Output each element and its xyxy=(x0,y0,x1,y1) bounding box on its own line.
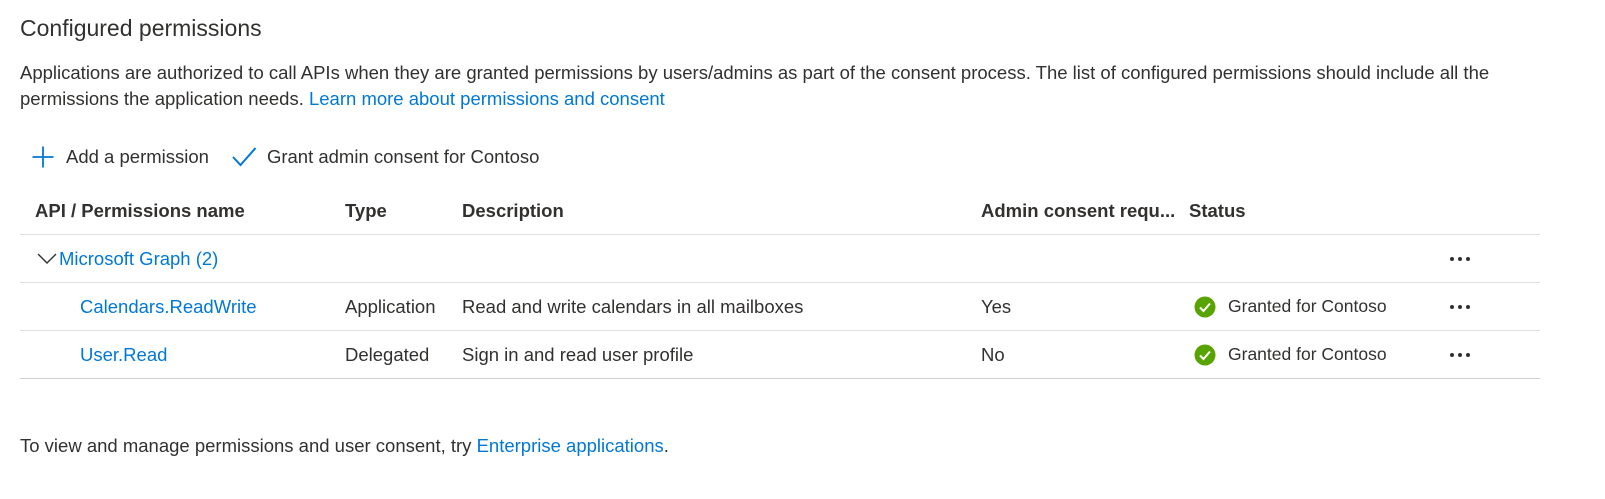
status-cell: Granted for Contoso xyxy=(1189,283,1429,330)
group-more-cell xyxy=(1435,235,1485,282)
type-cell: Application xyxy=(345,295,436,317)
description-text: Applications are authorized to call APIs… xyxy=(20,62,1490,109)
status-text: Granted for Contoso xyxy=(1228,344,1387,364)
section-description: Applications are authorized to call APIs… xyxy=(20,60,1510,112)
group-row: Microsoft Graph (2) xyxy=(20,235,1540,283)
admin-consent-cell: No xyxy=(981,343,1005,365)
more-options-icon[interactable] xyxy=(1444,251,1476,267)
type-cell: Delegated xyxy=(345,343,430,365)
grant-admin-consent-button[interactable]: Grant admin consent for Contoso xyxy=(231,144,540,170)
row-more-cell xyxy=(1435,331,1485,378)
add-permission-label: Add a permission xyxy=(66,146,209,167)
status-badge: Granted for Contoso xyxy=(1189,296,1387,318)
column-header-status[interactable]: Status xyxy=(1189,188,1429,234)
plus-icon xyxy=(30,144,56,170)
row-more-cell xyxy=(1435,283,1485,330)
success-check-icon xyxy=(1194,296,1216,318)
column-header-admin-consent[interactable]: Admin consent requ... xyxy=(981,188,1181,234)
permissions-table: API / Permissions name Type Description … xyxy=(20,188,1540,379)
chevron-down-icon[interactable] xyxy=(35,247,59,271)
status-cell: Granted for Contoso xyxy=(1189,331,1429,378)
table-header-row: API / Permissions name Type Description … xyxy=(20,188,1540,235)
success-check-icon xyxy=(1194,344,1216,366)
column-header-type[interactable]: Type xyxy=(345,188,455,234)
group-toggle[interactable]: Microsoft Graph (2) xyxy=(34,247,218,271)
status-text: Granted for Contoso xyxy=(1228,296,1387,316)
checkmark-icon xyxy=(231,144,257,170)
footer-suffix: . xyxy=(663,435,669,456)
permission-name-cell: Calendars.ReadWrite xyxy=(80,283,380,330)
add-permission-button[interactable]: Add a permission xyxy=(30,144,209,170)
toolbar: Add a permission Grant admin consent for… xyxy=(30,140,539,174)
description-cell: Read and write calendars in all mailboxe… xyxy=(462,295,804,317)
admin-consent-cell: Yes xyxy=(981,295,1012,317)
permission-link-calendars-readwrite[interactable]: Calendars.ReadWrite xyxy=(80,296,257,318)
column-header-name[interactable]: API / Permissions name xyxy=(35,188,335,234)
grant-admin-consent-label: Grant admin consent for Contoso xyxy=(266,146,540,167)
column-header-description[interactable]: Description xyxy=(462,188,972,234)
more-options-icon[interactable] xyxy=(1444,299,1476,315)
learn-more-link[interactable]: Learn more about permissions and consent xyxy=(309,88,665,109)
permission-name-cell: User.Read xyxy=(80,331,380,378)
table-row: Calendars.ReadWrite Application Read and… xyxy=(20,283,1540,331)
section-title: Configured permissions xyxy=(20,15,262,41)
group-link-microsoft-graph[interactable]: Microsoft Graph (2) xyxy=(59,248,218,270)
status-badge: Granted for Contoso xyxy=(1189,344,1387,366)
table-row: User.Read Delegated Sign in and read use… xyxy=(20,331,1540,379)
group-cell: Microsoft Graph (2) xyxy=(34,235,434,282)
permission-link-user-read[interactable]: User.Read xyxy=(80,344,167,366)
more-options-icon[interactable] xyxy=(1444,347,1476,363)
footer-note: To view and manage permissions and user … xyxy=(20,435,669,457)
enterprise-applications-link[interactable]: Enterprise applications xyxy=(477,435,664,456)
description-cell: Sign in and read user profile xyxy=(462,343,694,365)
footer-text: To view and manage permissions and user … xyxy=(20,435,477,456)
